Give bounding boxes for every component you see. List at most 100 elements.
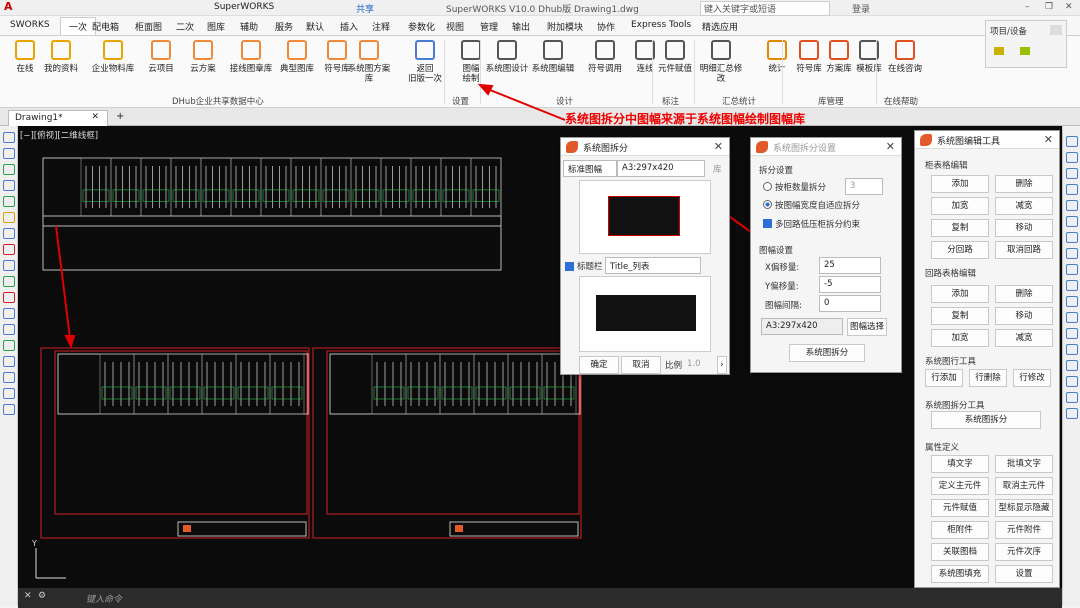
right-tool-icon[interactable] bbox=[1066, 344, 1078, 355]
right-tool-icon[interactable] bbox=[1066, 152, 1078, 163]
device-icon[interactable] bbox=[1020, 47, 1030, 55]
ok-button[interactable]: 确定 bbox=[579, 356, 619, 374]
menu-18[interactable]: 精选应用 bbox=[702, 20, 738, 33]
left-tool-icon[interactable] bbox=[3, 260, 15, 271]
expand-arrow-icon[interactable]: › bbox=[717, 356, 727, 374]
edit-tool-attr-buttons-6[interactable]: 柜附件 bbox=[931, 521, 989, 539]
frame-size-select[interactable]: A3:297x420 bbox=[617, 160, 705, 177]
edit-tool-loop-buttons-1[interactable]: 删除 bbox=[995, 285, 1053, 303]
edit-tool-row-buttons-0[interactable]: 行添加 bbox=[925, 369, 963, 387]
menu-9[interactable]: 插入 bbox=[340, 20, 358, 33]
ribbon-button-2[interactable]: 企业物料库 bbox=[90, 40, 136, 74]
menu-6[interactable]: 辅助 bbox=[240, 20, 258, 33]
edit-tool-cabinet-buttons-6[interactable]: 分回路 bbox=[931, 241, 989, 259]
ribbon-button-8[interactable]: 系统图方案库 bbox=[346, 40, 392, 84]
right-tool-icon[interactable] bbox=[1066, 328, 1078, 339]
edit-tool-split-button[interactable]: 系统图拆分 bbox=[931, 411, 1041, 429]
cancel-button[interactable]: 取消 bbox=[621, 356, 661, 374]
left-tool-icon[interactable] bbox=[3, 388, 15, 399]
left-tool-icon[interactable] bbox=[3, 276, 15, 287]
right-tool-icon[interactable] bbox=[1066, 168, 1078, 179]
cmd-wrench-icon[interactable]: ⚙ bbox=[38, 591, 46, 601]
left-tool-icon[interactable] bbox=[3, 228, 15, 239]
edit-tool-attr-buttons-8[interactable]: 关联图档 bbox=[931, 543, 989, 561]
frame-gap-input[interactable]: 0 bbox=[819, 295, 881, 312]
edit-tool-attr-buttons-9[interactable]: 元件次序 bbox=[995, 543, 1053, 561]
right-tool-icon[interactable] bbox=[1066, 392, 1078, 403]
right-tool-icon[interactable] bbox=[1066, 280, 1078, 291]
edit-tool-attr-buttons-11[interactable]: 设置 bbox=[995, 565, 1053, 583]
right-tool-icon[interactable] bbox=[1066, 136, 1078, 147]
edit-tool-loop-buttons-0[interactable]: 添加 bbox=[931, 285, 989, 303]
edit-tool-attr-buttons-4[interactable]: 元件赋值 bbox=[931, 499, 989, 517]
menu-17[interactable]: Express Tools bbox=[631, 20, 691, 30]
menu-5[interactable]: 图库 bbox=[207, 20, 225, 33]
edit-tool-cabinet-buttons-5[interactable]: 移动 bbox=[995, 219, 1053, 237]
frame-source-select[interactable]: 标准图幅 bbox=[563, 160, 617, 177]
edit-tool-cabinet-buttons-1[interactable]: 删除 bbox=[995, 175, 1053, 193]
frame-select-button[interactable]: 图幅选择 bbox=[847, 318, 887, 336]
menu-1[interactable]: 一次 bbox=[60, 17, 97, 35]
app-logo-icon[interactable]: A bbox=[4, 0, 13, 13]
edit-tool-cabinet-buttons-2[interactable]: 加宽 bbox=[931, 197, 989, 215]
search-input[interactable]: 键入关键字或短语 bbox=[700, 1, 830, 16]
restore-icon[interactable]: ❐ bbox=[1045, 2, 1053, 12]
left-tool-icon[interactable] bbox=[3, 196, 15, 207]
ribbon-button-15[interactable]: 元件赋值 bbox=[652, 40, 698, 74]
by-frame-width-radio[interactable] bbox=[763, 200, 772, 209]
edit-tool-loop-buttons-4[interactable]: 加宽 bbox=[931, 329, 989, 347]
login-button[interactable]: 登录 bbox=[852, 2, 870, 15]
tab-drawing1[interactable]: Drawing1* ✕ bbox=[8, 110, 108, 126]
edit-tool-attr-buttons-7[interactable]: 元件附件 bbox=[995, 521, 1053, 539]
edit-tool-cabinet-buttons-7[interactable]: 取消回路 bbox=[995, 241, 1053, 259]
menu-0[interactable]: SWORKS bbox=[10, 20, 50, 30]
right-tool-icon[interactable] bbox=[1066, 376, 1078, 387]
titlebar-select[interactable]: Title_列表 bbox=[605, 257, 701, 274]
right-tool-icon[interactable] bbox=[1066, 312, 1078, 323]
ribbon-button-5[interactable]: 接线图章库 bbox=[228, 40, 274, 74]
close-icon[interactable]: ✕ bbox=[1065, 2, 1073, 12]
cmd-close-icon[interactable]: ✕ bbox=[24, 591, 32, 601]
left-tool-icon[interactable] bbox=[3, 308, 15, 319]
edit-tool-loop-buttons-3[interactable]: 移动 bbox=[995, 307, 1053, 325]
ribbon-button-11[interactable]: 系统图设计 bbox=[484, 40, 530, 74]
edit-tool-cabinet-buttons-0[interactable]: 添加 bbox=[931, 175, 989, 193]
edit-tool-cabinet-buttons-3[interactable]: 减宽 bbox=[995, 197, 1053, 215]
menu-15[interactable]: 附加模块 bbox=[547, 20, 583, 33]
edit-tool-cabinet-buttons-4[interactable]: 复制 bbox=[931, 219, 989, 237]
panel-close-icon[interactable] bbox=[1050, 25, 1062, 35]
tab-close-icon[interactable]: ✕ bbox=[91, 112, 99, 122]
project-icon[interactable] bbox=[994, 47, 1004, 55]
right-tool-icon[interactable] bbox=[1066, 200, 1078, 211]
right-tool-icon[interactable] bbox=[1066, 184, 1078, 195]
left-tool-icon[interactable] bbox=[3, 340, 15, 351]
workspace-selector[interactable]: SuperWORKS bbox=[214, 2, 274, 12]
right-tool-icon[interactable] bbox=[1066, 408, 1078, 419]
left-tool-icon[interactable] bbox=[3, 132, 15, 143]
settings-split-button[interactable]: 系统图拆分 bbox=[789, 344, 865, 362]
multi-loop-checkbox[interactable] bbox=[763, 219, 772, 228]
minimize-icon[interactable]: – bbox=[1025, 2, 1030, 12]
edit-tool-row-buttons-2[interactable]: 行修改 bbox=[1013, 369, 1051, 387]
left-tool-icon[interactable] bbox=[3, 148, 15, 159]
edit-tool-row-buttons-1[interactable]: 行删除 bbox=[969, 369, 1007, 387]
ribbon-button-9[interactable]: 返回 旧版一次 bbox=[402, 40, 448, 84]
menu-2[interactable]: 配电箱 bbox=[92, 20, 119, 33]
ribbon-button-4[interactable]: 云方案 bbox=[180, 40, 226, 74]
edit-tool-loop-buttons-5[interactable]: 减宽 bbox=[995, 329, 1053, 347]
edit-tool-attr-buttons-0[interactable]: 填文字 bbox=[931, 455, 989, 473]
right-tool-icon[interactable] bbox=[1066, 248, 1078, 259]
right-tool-icon[interactable] bbox=[1066, 264, 1078, 275]
edit-tool-attr-buttons-3[interactable]: 取消主元件 bbox=[995, 477, 1053, 495]
edit-tool-attr-buttons-2[interactable]: 定义主元件 bbox=[931, 477, 989, 495]
menu-11[interactable]: 参数化 bbox=[408, 20, 435, 33]
command-input[interactable]: 键入命令 bbox=[86, 592, 122, 605]
right-tool-icon[interactable] bbox=[1066, 296, 1078, 307]
edit-tool-close-icon[interactable]: ✕ bbox=[1044, 133, 1053, 146]
left-tool-icon[interactable] bbox=[3, 356, 15, 367]
menu-8[interactable]: 默认 bbox=[306, 20, 324, 33]
left-tool-icon[interactable] bbox=[3, 180, 15, 191]
split-dialog-close-icon[interactable]: ✕ bbox=[714, 140, 723, 153]
left-tool-icon[interactable] bbox=[3, 164, 15, 175]
drawing-canvas[interactable]: [−][俯视][二维线框] Y bbox=[18, 126, 1062, 590]
